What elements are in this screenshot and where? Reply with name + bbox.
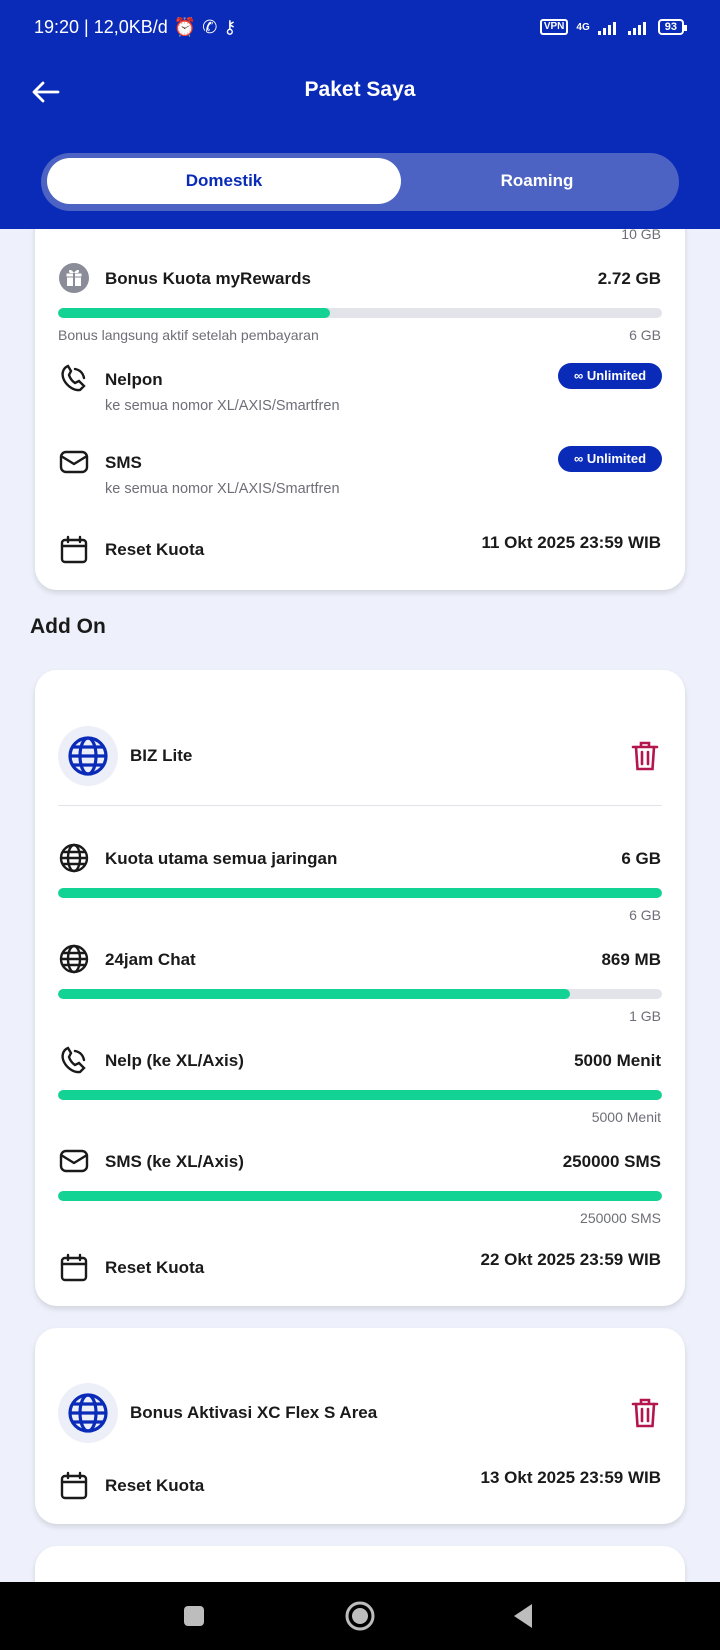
battery-icon: 93: [657, 19, 688, 35]
key-icon: ⚷: [223, 16, 237, 37]
reset-label: Reset Kuota: [105, 540, 205, 559]
call-quota-progress-bar: [58, 1090, 662, 1100]
addon-divider: [58, 805, 662, 806]
biz-reset-label: Reset Kuota: [105, 1258, 205, 1277]
tab-roaming[interactable]: Roaming: [401, 158, 673, 204]
content-scroll[interactable]: 10 GB Bonus Kuota myRewards 2.72 GB Bonu…: [0, 0, 720, 1626]
tab-bar: Domestik Roaming: [41, 153, 679, 211]
bonus-value: 2.72 GB: [597, 269, 661, 288]
tab-domestik[interactable]: Domestik: [47, 158, 401, 204]
globe-icon: [59, 843, 89, 873]
chat-quota-value: 869 MB: [601, 950, 661, 969]
call-quota-value: 5000 Menit: [574, 1051, 661, 1070]
quota-main-progress-bar: [58, 888, 662, 898]
nelpon-sub: ke semua nomor XL/AXIS/Smartfren: [105, 398, 340, 414]
bonus-label: Bonus Kuota myRewards: [105, 269, 311, 288]
globe-icon: [68, 736, 108, 776]
quota-main-cap: 6 GB: [629, 907, 661, 923]
nelpon-label: Nelpon: [105, 370, 163, 389]
package-card: 10 GB Bonus Kuota myRewards 2.72 GB Bonu…: [35, 170, 685, 590]
calendar-icon: [60, 1253, 88, 1282]
mail-icon: [59, 1149, 89, 1173]
call-quota-cap: 5000 Menit: [591, 1109, 661, 1125]
nelpon-unlimited-badge: ∞ Unlimited: [558, 363, 662, 389]
sms-quota-value: 250000 SMS: [562, 1152, 661, 1171]
addon-globe-badge: [58, 726, 118, 786]
chat-quota-cap: 1 GB: [629, 1008, 661, 1024]
phone-icon: [61, 1046, 86, 1074]
sms-quota-progress-bar: [58, 1191, 662, 1201]
app-bar: Paket Saya: [0, 70, 720, 114]
phone-icon: [61, 364, 86, 392]
status-bar: 19:20 | 12,0KB/d ⏰ ✆ ⚷ VPN 4G 93: [34, 14, 688, 40]
whatsapp-icon: ✆: [202, 16, 218, 37]
system-nav-bar: [0, 1582, 720, 1650]
call-quota-label: Nelp (ke XL/Axis): [105, 1051, 244, 1070]
bonus-reset-label: Reset Kuota: [105, 1476, 205, 1495]
vpn-icon: VPN: [539, 19, 569, 35]
gift-icon: [59, 263, 89, 293]
signal-icon: [627, 22, 646, 35]
addon-card-biz-lite: BIZ Lite Kuota utama semua jaringan 6 GB…: [35, 670, 685, 1306]
sms-unlimited-badge: ∞ Unlimited: [558, 446, 662, 472]
quota-main-label: Kuota utama semua jaringan: [105, 849, 338, 868]
trash-icon[interactable]: [630, 1397, 660, 1429]
biz-reset-value: 22 Okt 2025 23:59 WIB: [480, 1250, 661, 1269]
chat-quota-progress-bar: [58, 989, 662, 999]
status-time: 19:20 | 12,0KB/d: [34, 16, 168, 37]
sms-quota-label: SMS (ke XL/Axis): [105, 1152, 244, 1171]
bonus-reset-value: 13 Okt 2025 23:59 WIB: [480, 1468, 661, 1487]
app-header: 19:20 | 12,0KB/d ⏰ ✆ ⚷ VPN 4G 93 Paket S…: [0, 0, 720, 229]
alarm-icon: ⏰: [173, 16, 197, 37]
calendar-icon: [60, 1471, 88, 1500]
sms-sub: ke semua nomor XL/AXIS/Smartfren: [105, 481, 340, 497]
chat-quota-label: 24jam Chat: [105, 950, 196, 969]
addon-section-title: Add On: [30, 615, 106, 638]
reset-value: 11 Okt 2025 23:59 WIB: [481, 533, 661, 552]
bonus-note: Bonus langsung aktif setelah pembayaran: [58, 327, 319, 343]
globe-icon: [59, 944, 89, 974]
signal-icon: [597, 22, 616, 35]
network-type: 4G: [576, 21, 590, 33]
page-title: Paket Saya: [304, 78, 416, 101]
recents-button[interactable]: [174, 1596, 214, 1636]
addon-name: BIZ Lite: [130, 746, 193, 765]
back-button[interactable]: [504, 1596, 544, 1636]
addon-globe-badge: [58, 1383, 118, 1443]
calendar-icon: [60, 535, 88, 564]
globe-icon: [68, 1393, 108, 1433]
addon-card-bonus-aktivasi: Bonus Aktivasi XC Flex S Area Reset Kuot…: [35, 1328, 685, 1524]
sms-quota-cap: 250000 SMS: [580, 1210, 661, 1226]
home-button[interactable]: [340, 1596, 380, 1636]
sms-label: SMS: [105, 453, 142, 472]
bonus-cap: 6 GB: [629, 327, 661, 343]
bonus-progress-bar: [58, 308, 662, 318]
addon-name: Bonus Aktivasi XC Flex S Area: [130, 1403, 378, 1422]
quota-main-value: 6 GB: [621, 849, 661, 868]
mail-icon: [59, 450, 89, 474]
trash-icon[interactable]: [630, 740, 660, 772]
